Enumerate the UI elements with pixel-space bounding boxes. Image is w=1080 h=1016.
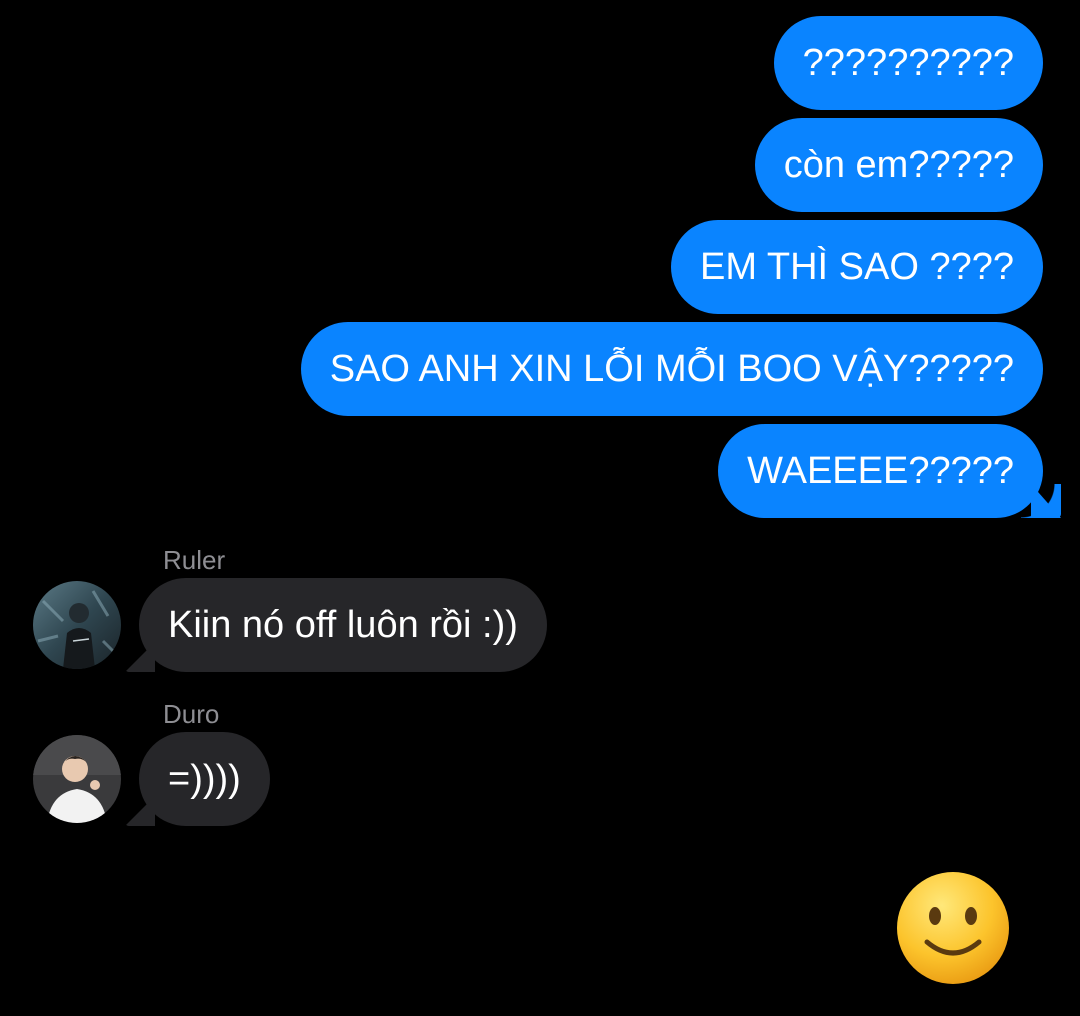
outgoing-message[interactable]: WAEEEE????? [718,424,1061,518]
sender-name: Ruler [163,545,226,575]
outgoing-bubble-text[interactable]: EM THÌ SAO ???? [671,220,1043,314]
outgoing-message[interactable]: còn em????? [754,118,1043,212]
incoming-message[interactable]: Kiin nó off luôn rồi :)) [33,578,547,672]
outgoing-message[interactable]: ?????????? [773,16,1043,110]
avatar[interactable] [33,735,121,823]
outgoing-message[interactable]: SAO ANH XIN LỖI MỖI BOO VẬY????? [300,322,1043,416]
outgoing-bubble-text[interactable]: SAO ANH XIN LỖI MỖI BOO VẬY????? [300,322,1043,416]
outgoing-bubble-text[interactable]: ?????????? [773,16,1043,110]
chat-thread: ?????????? còn em????? EM THÌ SAO ???? S… [0,0,1080,1016]
avatar[interactable] [33,581,121,669]
slightly-smiling-face-icon[interactable] [895,870,1011,986]
incoming-bubble-text[interactable]: =)))) [139,732,270,826]
avatar-photo [33,735,121,823]
outgoing-bubble-text[interactable]: còn em????? [754,118,1043,212]
avatar-photo [33,581,121,669]
outgoing-message[interactable]: EM THÌ SAO ???? [671,220,1043,314]
outgoing-bubble-text[interactable]: WAEEEE????? [718,424,1061,518]
incoming-bubble-text[interactable]: Kiin nó off luôn rồi :)) [139,578,547,672]
sender-name: Duro [163,699,220,729]
incoming-message[interactable]: =)))) [33,732,270,826]
